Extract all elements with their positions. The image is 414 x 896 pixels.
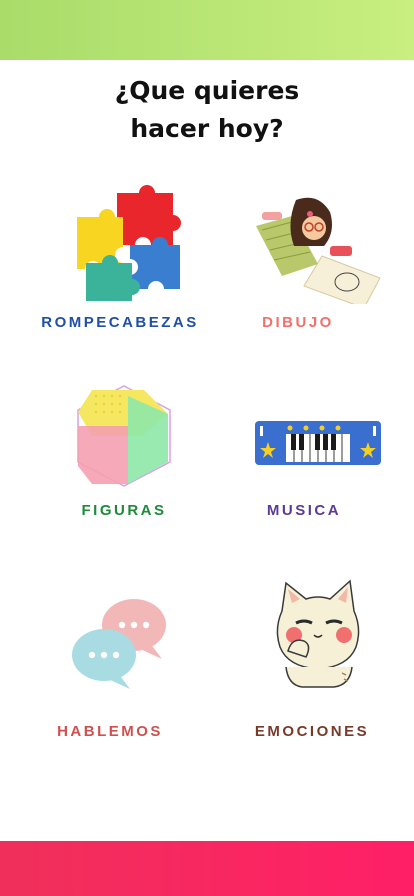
page-title: ¿Que quieres hacer hoy? [0,72,414,148]
drawing-girl-icon [256,197,381,304]
option-label-figuras: FIGURAS [81,502,167,519]
puzzle-icon [77,185,181,301]
option-emotions[interactable]: EMOCIONES [222,575,402,745]
hexagon-shapes-icon [77,385,171,487]
page-title-line-1: ¿Que quieres [114,76,300,105]
option-shapes[interactable]: FIGURAS [30,382,210,522]
option-label-emociones: EMOCIONES [254,723,370,740]
piano-keyboard-icon [255,421,381,465]
option-drawing[interactable]: DIBUJO [208,180,398,340]
option-puzzle[interactable]: ROMPECABEZAS [30,180,210,340]
option-talk[interactable]: HABLEMOS [20,585,200,745]
chat-bubbles-icon [72,599,166,689]
cat-emotion-icon [276,579,360,688]
option-label-musica: MUSICA [266,502,342,519]
page-title-line-2: hacer hoy? [130,114,284,143]
option-label-dibujo: DIBUJO [262,314,334,331]
option-label-hablemos: HABLEMOS [57,723,163,740]
top-bar [0,0,414,60]
option-music[interactable]: MUSICA [210,382,400,522]
bottom-bar [0,841,414,896]
option-label-rompecabezas: ROMPECABEZAS [41,314,199,331]
